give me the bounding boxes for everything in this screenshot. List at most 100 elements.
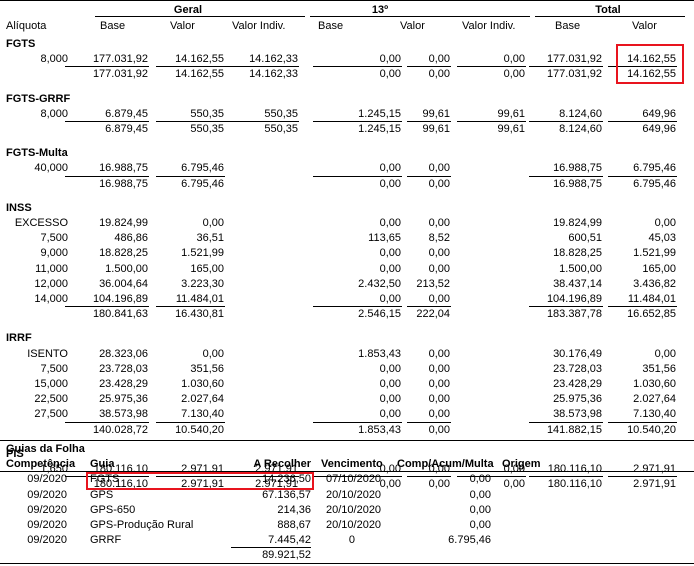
cell-total-valor: 1.030,60 [633, 378, 676, 390]
cell-total-valor: 0,00 [654, 347, 676, 360]
total-underline [608, 121, 677, 122]
cell-decimo-valor: 0,00 [428, 262, 450, 275]
total-underline [313, 175, 402, 177]
cell-decimo-valor-indiv: 0,00 [503, 53, 525, 66]
cell-decimo-valor: 0,00 [428, 53, 450, 66]
cell-total-base: 18.828,25 [553, 247, 602, 260]
total-underline [313, 306, 402, 308]
cell-geral-base: 28.323,06 [99, 347, 148, 360]
cell-geral-base: 36.004,64 [99, 277, 148, 290]
cell-decimo-base: 0,00 [379, 262, 401, 275]
cell-geral-valor: 11.484,01 [175, 293, 224, 305]
cell-geral-valor: 6.795,46 [181, 162, 224, 175]
cell-total-valor: 1.521,99 [633, 247, 676, 260]
guia-comp-acum-multa: 0,00 [469, 473, 491, 486]
total-geral-valor-indiv: 550,35 [264, 123, 298, 135]
total-underline [65, 175, 149, 177]
cell-total-valor: 0,00 [654, 217, 676, 229]
cell-geral-base: 25.975,36 [99, 393, 148, 406]
guia-comp-acum-multa: 0,00 [469, 488, 491, 501]
cell-total-valor: 165,00 [642, 262, 676, 275]
total-total-valor: 6.795,46 [633, 177, 676, 190]
section-title-inss: INSS [6, 201, 32, 214]
cell-decimo-valor: 0,00 [428, 293, 450, 305]
cell-geral-base: 38.573,98 [99, 408, 148, 421]
guia-competencia: 09/2020 [27, 488, 67, 501]
total-geral-valor: 14.162,55 [175, 68, 224, 81]
guia-vencimento: 07/10/2020 [326, 473, 382, 486]
guia-name: GPS-Produção Rural [90, 519, 194, 531]
subheader-geral-base: Base [100, 20, 126, 32]
guia-vencimento: 20/10/2020 [326, 488, 382, 501]
row-aliquota: 11,000 [35, 262, 68, 275]
total-underline [156, 121, 225, 122]
total-geral-valor: 10.540,20 [175, 423, 224, 436]
cell-decimo-valor: 0,00 [428, 362, 450, 375]
total-underline [65, 121, 149, 122]
total-total-valor: 16.652,85 [627, 308, 676, 321]
header-decimo: 13º [371, 4, 389, 16]
cell-decimo-valor: 0,00 [428, 162, 450, 175]
cell-geral-valor-indiv: 14.162,33 [249, 53, 298, 66]
total-decimo-valor-indiv: 0,00 [503, 68, 525, 81]
cell-total-valor: 649,96 [642, 107, 676, 120]
bottom-border [0, 563, 694, 564]
total-underline [313, 66, 402, 68]
total-underline [407, 121, 451, 122]
total-underline [156, 306, 225, 308]
guia-a-recolher: 67.136,57 [262, 488, 311, 501]
cell-geral-valor: 0,00 [202, 217, 224, 229]
total-underline [529, 421, 603, 423]
guia-vencimento: 0 [348, 534, 355, 547]
total-decimo-valor: 0,00 [428, 177, 450, 190]
subheader-total-base: Base [555, 20, 581, 32]
cell-decimo-valor: 0,00 [428, 393, 450, 406]
row-aliquota: 14,000 [34, 293, 68, 305]
total-geral-valor: 550,35 [190, 123, 224, 135]
total-decimo-valor: 0,00 [428, 423, 450, 436]
total-underline [529, 66, 603, 68]
cell-total-valor: 45,03 [648, 232, 676, 245]
cell-geral-valor: 2.027,64 [181, 393, 224, 406]
cell-geral-valor: 1.030,60 [181, 378, 224, 390]
cell-decimo-base: 1.853,43 [358, 347, 401, 360]
cell-geral-valor: 550,35 [190, 107, 224, 120]
guia-competencia: 09/2020 [27, 519, 67, 531]
cell-geral-base: 23.728,03 [99, 362, 148, 375]
row-aliquota: 12,000 [34, 277, 68, 290]
header-total: Total [595, 4, 621, 16]
cell-decimo-base: 0,00 [379, 162, 401, 175]
total-underline [156, 175, 225, 177]
cell-geral-base: 104.196,89 [92, 293, 148, 305]
row-aliquota: 8,000 [40, 107, 68, 120]
total-geral-base: 16.988,75 [99, 177, 148, 190]
cell-geral-base: 19.824,99 [99, 217, 148, 229]
cell-geral-base: 23.428,29 [99, 378, 148, 390]
total-decimo-base: 1.853,43 [358, 423, 401, 436]
total-decimo-base: 0,00 [379, 177, 401, 190]
guias-header-competencia: Competência [6, 458, 76, 471]
total-total-base: 8.124,60 [559, 123, 602, 135]
subheader-geral-valor-indiv: Valor Indiv. [232, 20, 286, 32]
cell-total-valor: 3.436,82 [633, 277, 676, 290]
row-aliquota: 15,000 [34, 378, 68, 390]
total-total-valor: 649,96 [642, 123, 676, 135]
guia-name: GPS-650 [90, 503, 136, 516]
guia-a-recolher: 7.445,42 [268, 534, 311, 547]
total-underline [407, 66, 451, 68]
total-underline [529, 121, 603, 122]
total-total-valor: 10.540,20 [627, 423, 676, 436]
row-aliquota: EXCESSO [14, 217, 68, 229]
cell-decimo-base: 0,00 [379, 393, 401, 406]
total-underline [457, 121, 526, 122]
cell-total-valor: 2.971,91 [633, 463, 676, 475]
guias-total: 89.921,52 [262, 549, 311, 562]
total-underline [65, 66, 149, 68]
guia-comp-acum-multa: 0,00 [469, 519, 491, 531]
cell-total-base: 25.975,36 [553, 393, 602, 406]
cell-total-base: 38.437,14 [553, 277, 602, 290]
guia-comp-acum-multa: 6.795,46 [448, 534, 491, 547]
row-aliquota: 40,000 [34, 162, 68, 175]
total-underline [529, 306, 603, 308]
total-underline [529, 175, 603, 177]
